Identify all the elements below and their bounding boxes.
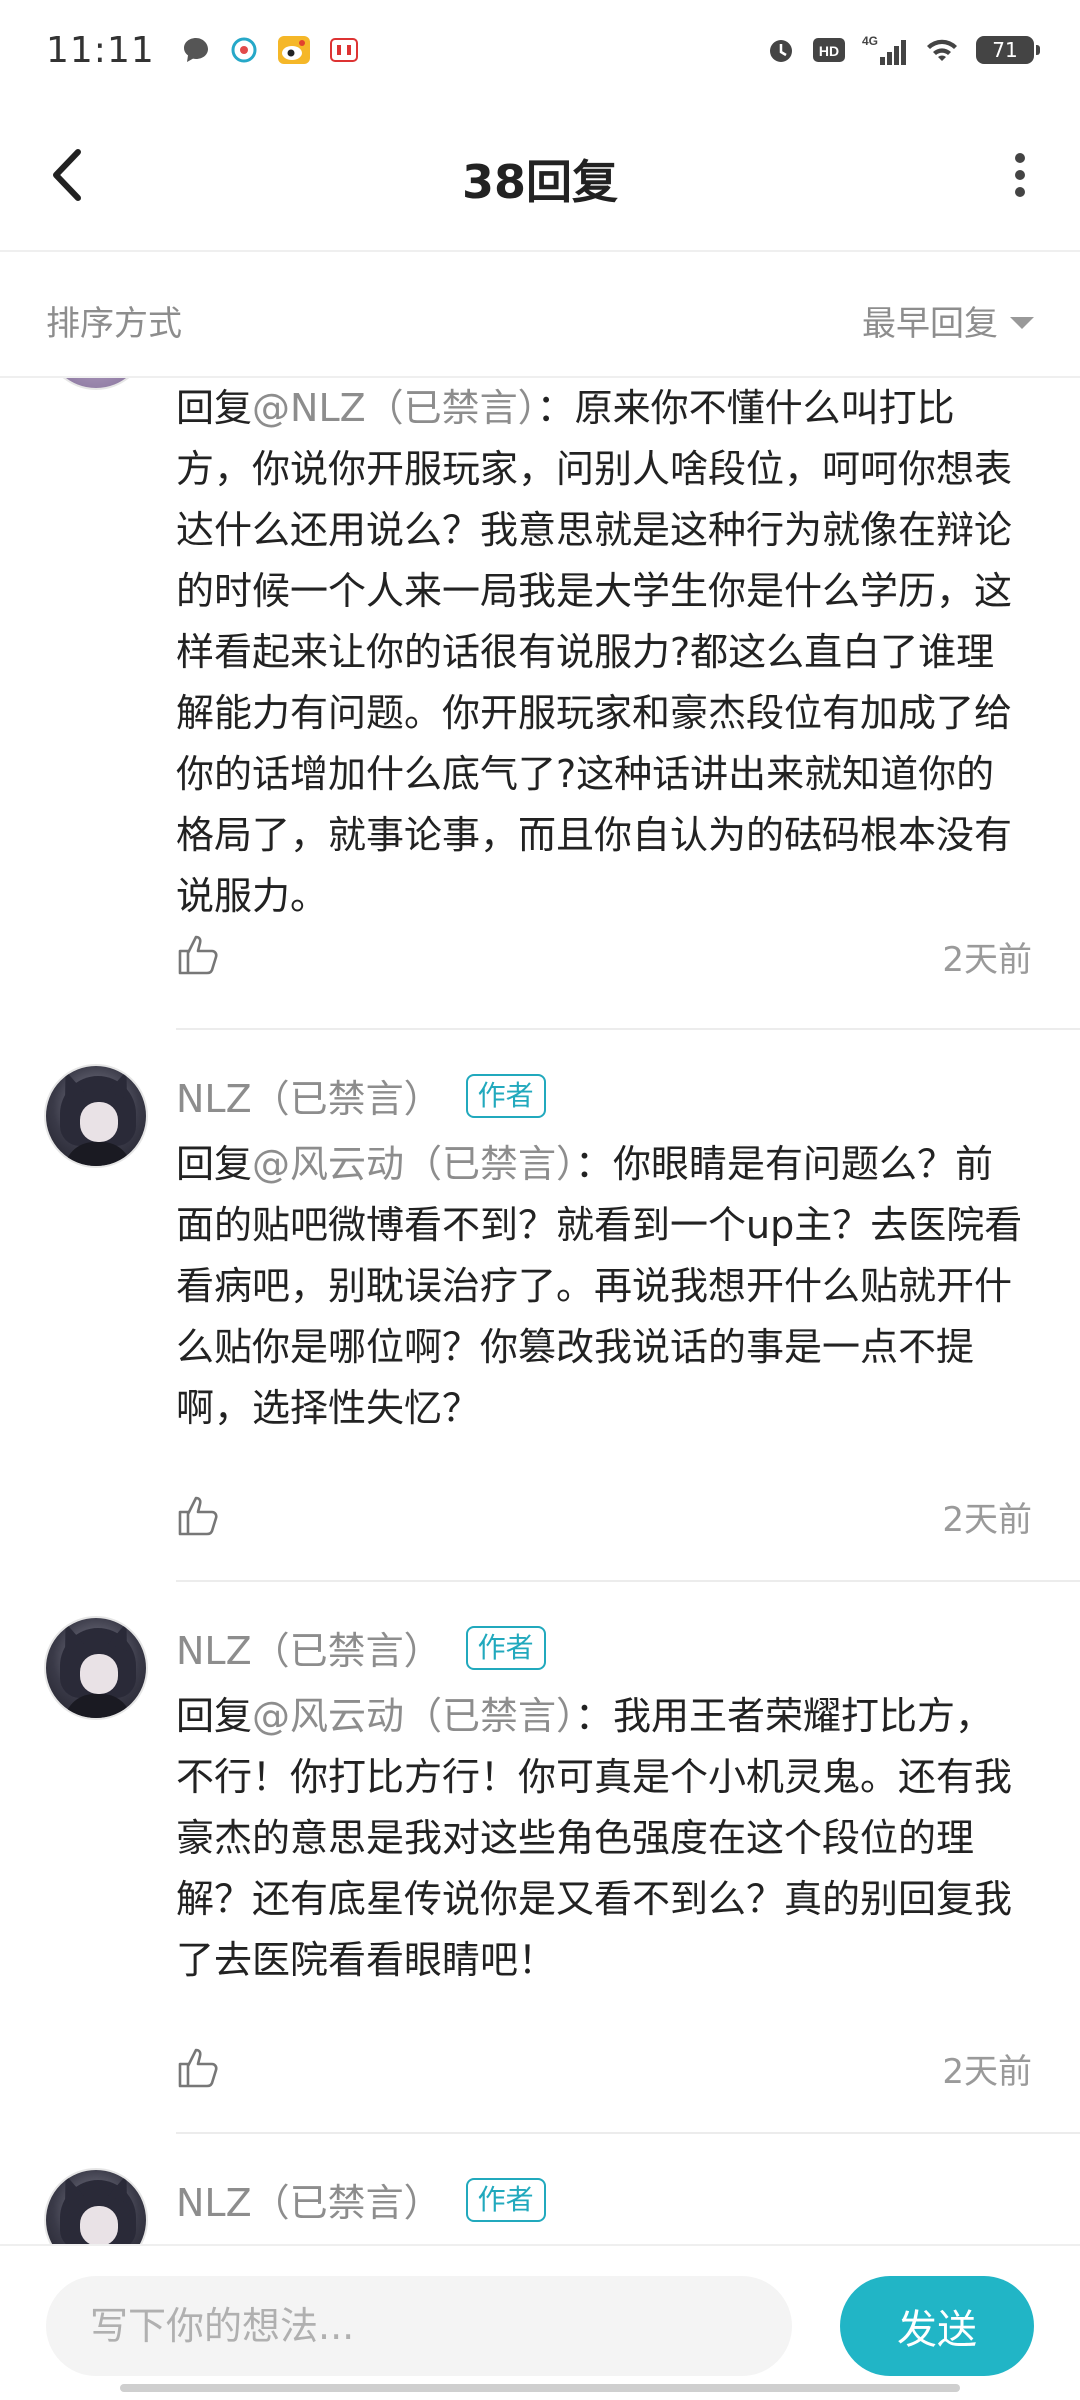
navigation-bar: 38回复 <box>0 100 1080 250</box>
list-item: NLZ（已禁言） 作者 回复@风云动（已禁言）：你眼睛是有问题么？前面的贴吧微博… <box>0 1030 1080 1582</box>
avatar[interactable] <box>44 2168 148 2244</box>
username[interactable]: NLZ（已禁言） <box>176 1620 442 1675</box>
battery-level: 71 <box>992 38 1018 62</box>
system-icons: HD 4G 71 <box>766 33 1040 67</box>
svg-text:4G: 4G <box>862 34 878 48</box>
app-icon-1 <box>231 37 257 63</box>
avatar[interactable] <box>44 1616 148 1720</box>
status-time: 11:11 <box>46 29 155 71</box>
user-row: NLZ（已禁言） 作者 <box>176 2172 546 2227</box>
avatar[interactable] <box>44 1064 148 1168</box>
reply-list[interactable]: 回复@NLZ（已禁言）：原来你不懂什么叫打比方，你说你开服玩家，问别人啥段位，呵… <box>0 378 1080 2244</box>
comment-text: 回复@风云动（已禁言）：你眼睛是有问题么？前面的贴吧微博看不到？就看到一个up主… <box>176 1134 1026 1439</box>
mention-link[interactable]: @NLZ（已禁言） <box>252 386 537 430</box>
comment-input[interactable] <box>46 2276 792 2376</box>
reply-prefix: 回复 <box>176 1694 253 1738</box>
sort-label: 排序方式 <box>46 304 182 344</box>
reply-prefix: 回复 <box>176 386 253 430</box>
username[interactable]: NLZ（已禁言） <box>176 1068 442 1123</box>
sort-dropdown[interactable]: 最早回复 <box>862 296 1034 345</box>
chat-bubble-icon <box>183 38 208 62</box>
timestamp: 2天前 <box>942 940 1032 980</box>
timestamp: 2天前 <box>942 2052 1032 2092</box>
dropdown-arrow-icon <box>1010 316 1034 329</box>
comment-text: 回复@NLZ（已禁言）：原来你不懂什么叫打比方，你说你开服玩家，问别人啥段位，呵… <box>176 378 1026 927</box>
list-item: 回复@NLZ（已禁言）：原来你不懂什么叫打比方，你说你开服玩家，问别人啥段位，呵… <box>0 378 1080 1030</box>
thumbs-up-icon[interactable] <box>176 933 220 977</box>
svg-text:HD: HD <box>819 43 839 59</box>
app-icon-2 <box>329 38 358 62</box>
author-badge: 作者 <box>465 1073 546 1118</box>
sort-bar: 排序方式 最早回复 <box>0 252 1080 378</box>
weibo-icon <box>277 36 310 64</box>
wifi-icon <box>927 39 957 61</box>
username[interactable]: NLZ（已禁言） <box>176 2172 442 2227</box>
composer-bar: 发送 <box>0 2244 1080 2400</box>
list-item: NLZ（已禁言） 作者 <box>0 2134 1080 2244</box>
user-row: NLZ（已禁言） 作者 <box>176 1620 546 1675</box>
sort-selected-value: 最早回复 <box>862 304 998 344</box>
mention-link[interactable]: @风云动（已禁言） <box>252 1694 575 1738</box>
page-title: 38回复 <box>461 155 618 209</box>
status-bar: 11:11 HD 4G 71 <box>0 0 1080 100</box>
timestamp: 2天前 <box>942 1500 1032 1540</box>
thumbs-up-icon[interactable] <box>176 1494 220 1538</box>
reply-prefix: 回复 <box>176 1142 253 1186</box>
notification-icons <box>181 35 359 65</box>
comment-body: ：原来你不懂什么叫打比方，你说你开服玩家，问别人啥段位，呵呵你想表达什么还用说么… <box>176 386 1013 918</box>
more-vertical-icon[interactable] <box>1000 142 1040 208</box>
comment-text: 回复@风云动（已禁言）：我用王者荣耀打比方，不行！你打比方行！你可真是个小机灵鬼… <box>176 1686 1026 1991</box>
author-badge: 作者 <box>465 1625 546 1670</box>
author-badge: 作者 <box>465 2177 546 2222</box>
mention-link[interactable]: @风云动（已禁言） <box>252 1142 575 1186</box>
signal-icon: 4G <box>862 34 906 65</box>
home-indicator[interactable] <box>120 2384 960 2392</box>
hd-icon: HD <box>813 38 845 62</box>
alarm-icon <box>770 40 792 62</box>
battery-icon: 71 <box>976 36 1040 64</box>
user-row: NLZ（已禁言） 作者 <box>176 1068 546 1123</box>
send-button[interactable]: 发送 <box>840 2276 1034 2376</box>
avatar[interactable] <box>44 378 148 390</box>
thumbs-up-icon[interactable] <box>176 2046 220 2090</box>
list-item: NLZ（已禁言） 作者 回复@风云动（已禁言）：我用王者荣耀打比方，不行！你打比… <box>0 1582 1080 2134</box>
